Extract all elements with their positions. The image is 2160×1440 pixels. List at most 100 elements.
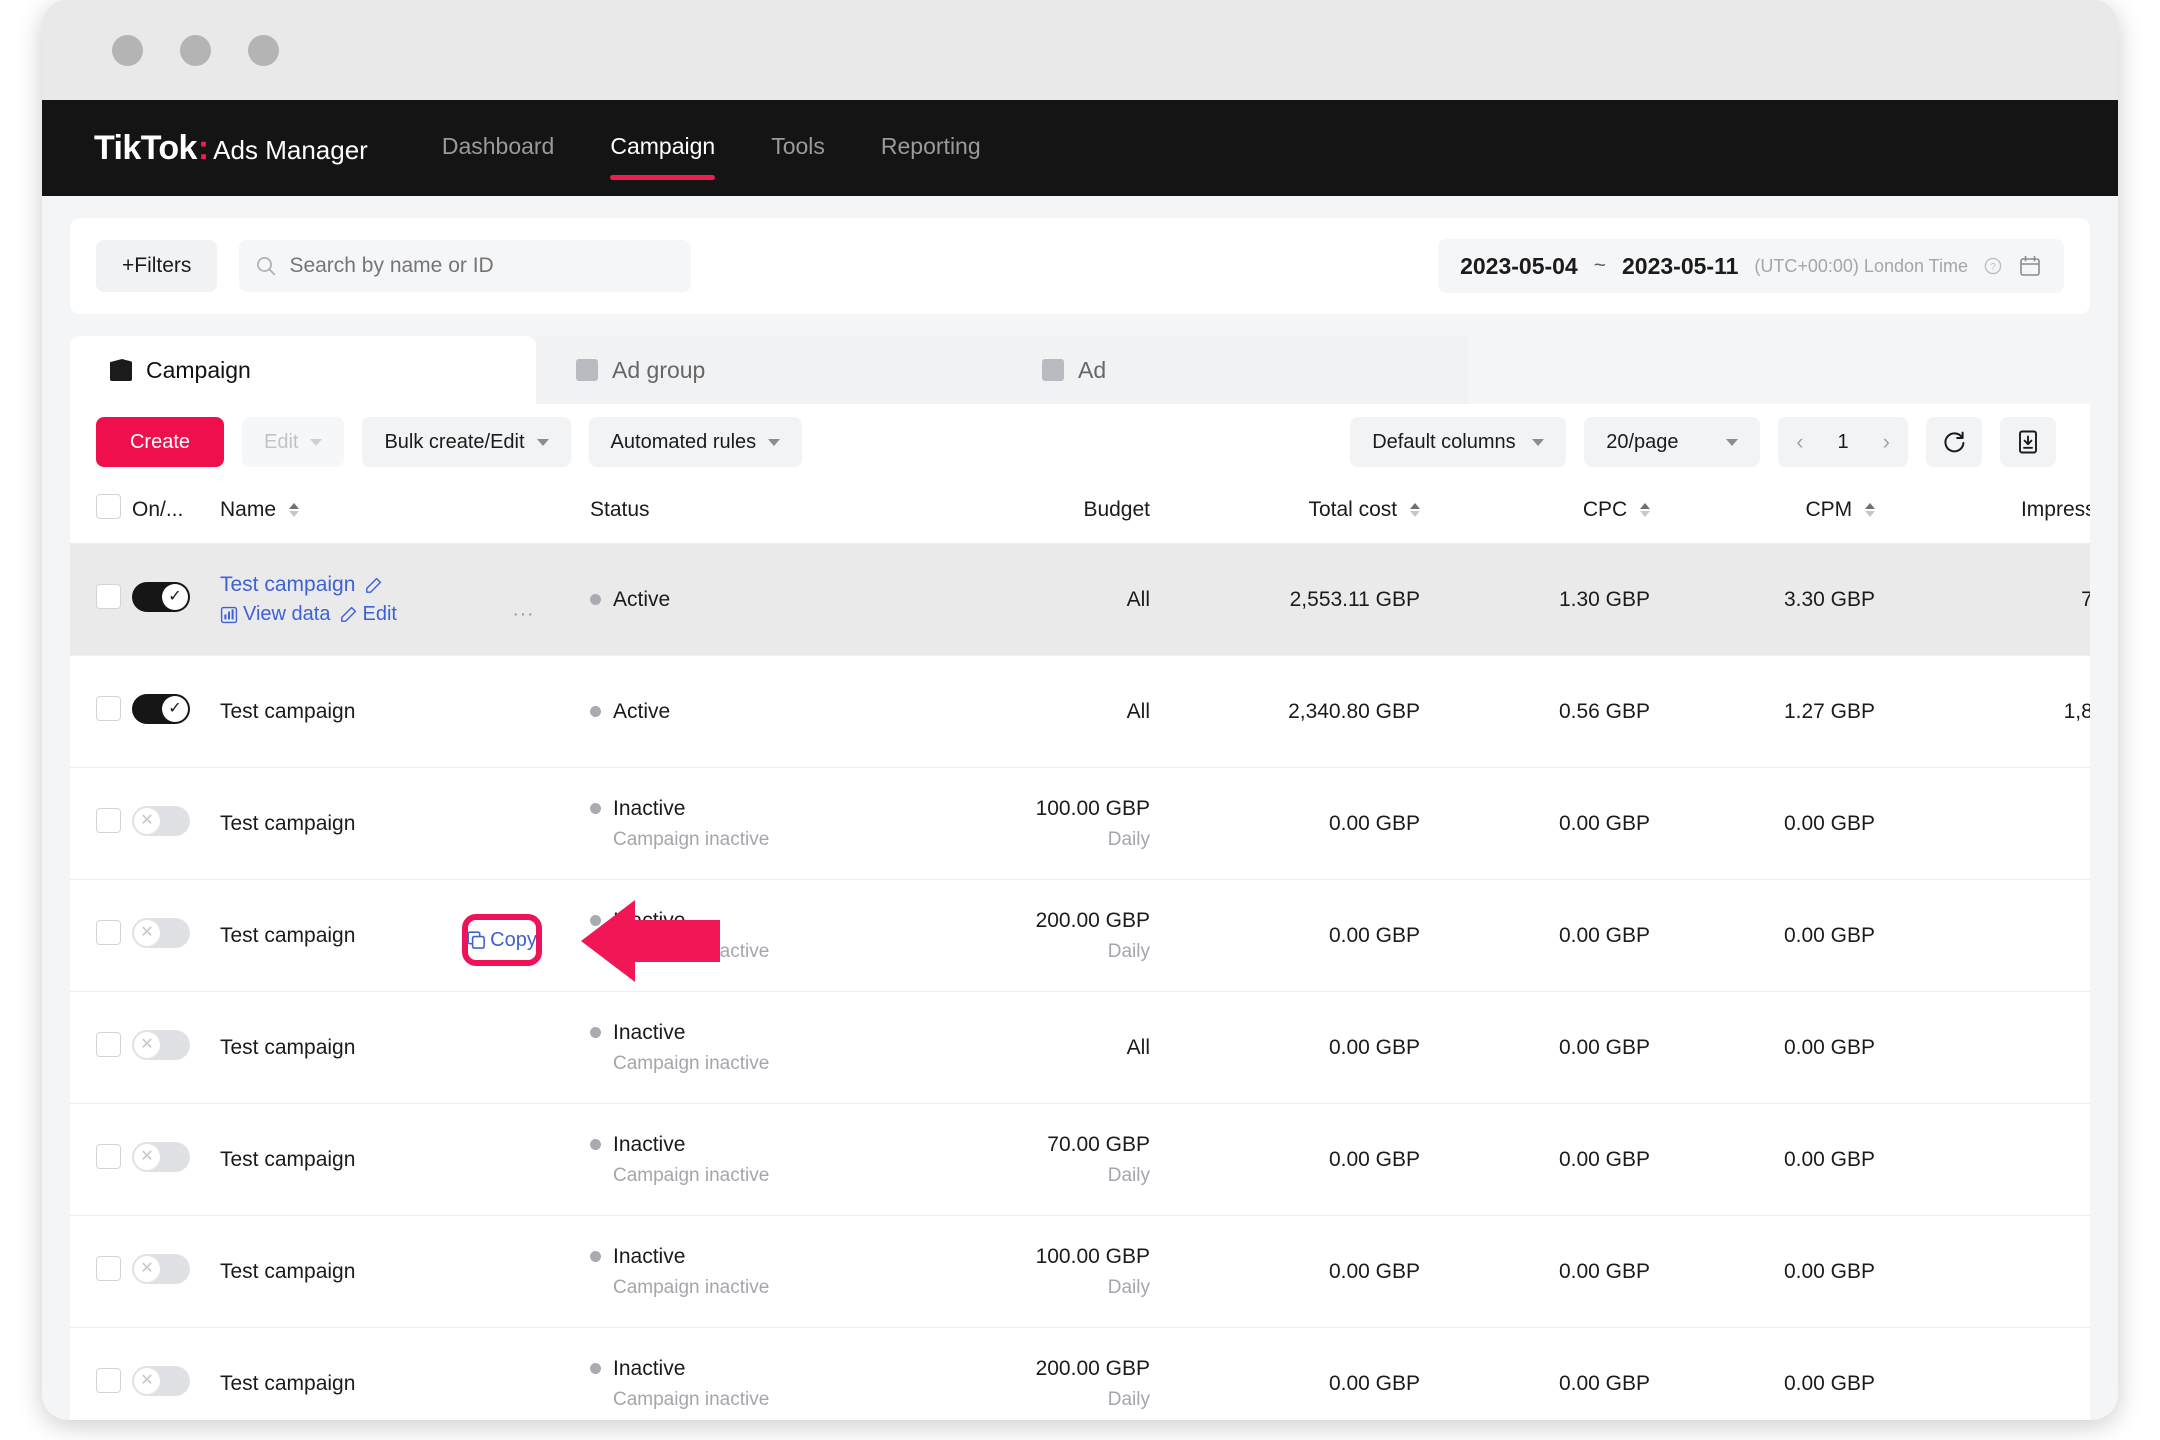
row-checkbox[interactable] [96, 1032, 121, 1057]
column-cpc[interactable]: CPC [1420, 480, 1650, 544]
help-icon[interactable]: ? [1984, 257, 2002, 275]
status-dot-icon [590, 1027, 601, 1038]
table-row[interactable]: ✕ Test campaign Inactive Campaign inactive 2… [70, 1327, 2090, 1420]
table-row[interactable]: ✕ Test campaign Inactive Campaign inactive 1… [70, 1215, 2090, 1328]
sort-icon[interactable] [1640, 502, 1650, 517]
window-minimize-dot[interactable] [180, 34, 211, 66]
status-toggle[interactable]: ✕ [132, 805, 190, 836]
status-toggle[interactable]: ✕ [132, 917, 190, 948]
nav-item-campaign[interactable]: Campaign [610, 133, 715, 180]
tab-campaign[interactable]: Campaign [70, 336, 536, 404]
nav-item-tools[interactable]: Tools [771, 133, 825, 164]
calendar-icon[interactable] [2018, 254, 2042, 278]
edit-button[interactable]: Edit [242, 417, 345, 467]
row-status-cell: Active [590, 543, 880, 656]
copy-button[interactable]: Copy [462, 914, 542, 966]
row-cpc-cell: 1.30 GBP [1420, 543, 1650, 656]
sort-icon[interactable] [1865, 502, 1875, 517]
status-toggle[interactable]: ✕ [132, 1029, 190, 1060]
row-checkbox[interactable] [96, 920, 121, 945]
column-name[interactable]: Name [220, 480, 590, 544]
sort-icon[interactable] [1410, 502, 1420, 517]
sort-icon[interactable] [288, 502, 299, 517]
table-row[interactable]: ✓ Test campaign View data Edit ··· Active All 2… [70, 543, 2090, 656]
row-cpc-cell: 0.00 GBP [1420, 991, 1650, 1104]
bulk-create-edit-button[interactable]: Bulk create/Edit [362, 417, 571, 467]
status-dot-icon [590, 706, 601, 717]
refresh-button[interactable] [1926, 417, 1982, 467]
table-row[interactable]: ✕ Test campaign Inactive Campaign inactive 2… [70, 879, 2090, 992]
row-checkbox-cell [70, 1215, 132, 1328]
toggle-knob: ✓ [162, 695, 188, 722]
filters-button[interactable]: +Filters [96, 240, 218, 292]
default-columns-select[interactable]: Default columns [1350, 417, 1567, 467]
tab-ad-group[interactable]: Ad group [536, 336, 1002, 404]
row-budget-cell: 100.00 GBP Daily [880, 767, 1150, 880]
status-toggle[interactable]: ✕ [132, 1365, 190, 1396]
row-impressions-cell: 0 [1875, 1327, 2090, 1420]
row-checkbox[interactable] [96, 1256, 121, 1281]
column-total-cost[interactable]: Total cost [1150, 480, 1420, 544]
copy-label: Copy [490, 928, 537, 951]
row-status-cell: Inactive Campaign inactive [590, 1327, 880, 1420]
campaign-name-link[interactable]: Test campaign [220, 573, 590, 597]
row-cpc-cell: 0.56 GBP [1420, 655, 1650, 768]
tab-ad[interactable]: Ad [1002, 336, 1468, 404]
automated-rules-button[interactable]: Automated rules [588, 417, 803, 467]
view-data-action[interactable]: View data [220, 603, 330, 626]
status-toggle[interactable]: ✓ [132, 581, 190, 612]
status-toggle[interactable]: ✓ [132, 693, 190, 724]
column-onoff-label: On/... [132, 497, 184, 521]
search-input[interactable] [289, 254, 676, 278]
export-button[interactable] [2000, 417, 2056, 467]
table-row[interactable]: ✕ Test campaign Inactive Campaign inactive 1… [70, 767, 2090, 880]
window-close-dot[interactable] [112, 34, 143, 66]
status-cell: Inactive Campaign inactive [590, 1245, 880, 1299]
page-size-select[interactable]: 20/page [1584, 417, 1761, 467]
status-dot-icon [590, 1363, 601, 1374]
row-total-cost-cell: 0.00 GBP [1150, 1215, 1420, 1328]
table-row[interactable]: ✕ Test campaign Inactive Campaign inactive A… [70, 991, 2090, 1104]
table-row[interactable]: ✓ Test campaign Active All 2,340.80 GBP 0.56 … [70, 655, 2090, 768]
name-cell: Test campaign [220, 1148, 590, 1172]
status-line: Inactive [590, 909, 880, 933]
window-maximize-dot[interactable] [248, 34, 279, 66]
row-cpc-cell: 0.00 GBP [1420, 879, 1650, 992]
nav-item-reporting[interactable]: Reporting [881, 133, 981, 164]
nav-item-dashboard[interactable]: Dashboard [442, 133, 555, 164]
budget-period: Daily [1107, 1388, 1150, 1410]
create-button[interactable]: Create [96, 417, 224, 467]
row-checkbox[interactable] [96, 808, 121, 833]
svg-text:?: ? [1990, 262, 1996, 273]
row-toggle-cell: ✕ [132, 1327, 220, 1420]
previous-page-icon[interactable]: ‹ [1796, 429, 1803, 455]
column-cpm[interactable]: CPM [1650, 480, 1875, 544]
row-checkbox[interactable] [96, 696, 121, 721]
row-checkbox[interactable] [96, 1368, 121, 1393]
more-actions-icon[interactable]: ··· [512, 604, 534, 626]
row-checkbox[interactable] [96, 1144, 121, 1169]
edit-action[interactable]: Edit [340, 603, 414, 626]
select-all-checkbox[interactable] [96, 494, 121, 519]
row-checkbox[interactable] [96, 584, 121, 609]
copy-action-highlight[interactable]: Copy [462, 914, 542, 966]
row-status-cell: Active [590, 655, 880, 768]
column-impressions-label: Impressions [2020, 497, 2090, 521]
row-total-cost-cell: 0.00 GBP [1150, 767, 1420, 880]
column-impressions[interactable]: Impressions [1875, 480, 2090, 544]
row-impressions-cell: 0 [1875, 767, 2090, 880]
date-range-picker[interactable]: 2023-05-04 ~ 2023-05-11 (UTC+00:00) Lond… [1438, 239, 2064, 293]
search-box[interactable] [239, 240, 692, 292]
date-start: 2023-05-04 [1460, 252, 1578, 279]
status-toggle[interactable]: ✕ [132, 1141, 190, 1172]
row-impressions-cell: 1,839,403 [1875, 655, 2090, 768]
next-page-icon[interactable]: › [1883, 429, 1890, 455]
table-row[interactable]: ✕ Test campaign Inactive Campaign inactive 7… [70, 1103, 2090, 1216]
chevron-down-icon [310, 438, 323, 446]
brand-logo[interactable]: TikTok : Ads Manager [94, 129, 368, 168]
campaign-name-text: Test campaign [220, 1147, 356, 1171]
campaign-table: On/... Name Status Budget Total cost CPC… [70, 480, 2090, 1420]
status-label: Inactive [613, 796, 686, 820]
edit-name-icon[interactable] [365, 577, 382, 594]
status-toggle[interactable]: ✕ [132, 1253, 190, 1284]
